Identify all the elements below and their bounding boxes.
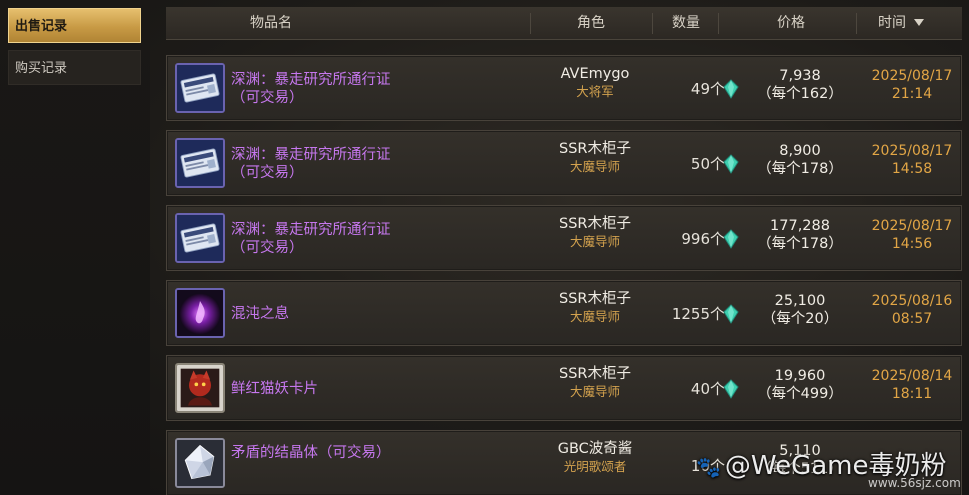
time-cell: 2025/08/17 21:14 bbox=[862, 67, 962, 103]
price-cell: 8,900 （每个178） bbox=[745, 142, 855, 178]
price-each: （每个499） bbox=[757, 386, 843, 402]
role-name: SSR木柜子 bbox=[559, 141, 631, 157]
site-watermark: www.56sjz.com bbox=[868, 476, 961, 490]
table-row[interactable]: 深渊：暴走研究所通行证（可交易） SSR木柜子 大魔导师 996个 177,28… bbox=[166, 205, 962, 271]
quantity: 40个 bbox=[690, 380, 725, 398]
role-cell: GBC波奇酱 光明歌颂者 bbox=[530, 440, 660, 476]
date: 2025/08/17 bbox=[871, 218, 953, 234]
gem-currency-icon bbox=[723, 79, 739, 99]
role-title: 大魔导师 bbox=[569, 384, 620, 399]
price-each: （每个20） bbox=[761, 311, 839, 327]
role-name: GBC波奇酱 bbox=[557, 441, 633, 457]
time: 18:11 bbox=[891, 386, 933, 402]
tab-buy-records[interactable]: 购买记录 bbox=[8, 50, 141, 85]
price-each: （每个178） bbox=[757, 236, 843, 252]
role-title: 大魔导师 bbox=[569, 309, 620, 324]
role-cell: SSR木柜子 大魔导师 bbox=[530, 365, 660, 401]
time: 21:14 bbox=[891, 86, 933, 102]
paw-icon: 🐾 bbox=[696, 455, 721, 479]
date: 2025/08/17 bbox=[871, 68, 953, 84]
role-cell: SSR木柜子 大魔导师 bbox=[530, 215, 660, 251]
price-each: （每个162） bbox=[757, 86, 843, 102]
purple-flame-icon bbox=[175, 288, 225, 338]
role-name: AVEmygo bbox=[560, 66, 630, 82]
price-cell: 177,288 （每个178） bbox=[745, 217, 855, 253]
role-name: SSR木柜子 bbox=[559, 366, 631, 382]
table-row[interactable]: 鲜红猫妖卡片 SSR木柜子 大魔导师 40个 19,960 （每个499） 20… bbox=[166, 355, 962, 421]
column-header-time-label: 时间 bbox=[878, 15, 906, 31]
column-divider bbox=[856, 13, 857, 34]
role-cell: SSR木柜子 大魔导师 bbox=[530, 290, 660, 326]
time-cell: 2025/08/17 14:58 bbox=[862, 142, 962, 178]
price-cell: 25,100 （每个20） bbox=[745, 292, 855, 328]
date: 2025/08/16 bbox=[871, 293, 953, 309]
ticket-icon bbox=[175, 213, 225, 263]
table-row[interactable]: 混沌之息 SSR木柜子 大魔导师 1255个 25,100 （每个20） 202… bbox=[166, 280, 962, 346]
gem-currency-icon bbox=[723, 304, 739, 324]
item-name: 矛盾的结晶体（可交易） bbox=[231, 445, 391, 461]
gem-currency-icon bbox=[723, 154, 739, 174]
role-title: 大将军 bbox=[576, 84, 614, 99]
item-name: 混沌之息 bbox=[231, 306, 289, 322]
column-header-time[interactable]: 时间 bbox=[878, 7, 948, 40]
table-row[interactable]: 深渊：暴走研究所通行证（可交易） SSR木柜子 大魔导师 50个 8,900 （… bbox=[166, 130, 962, 196]
price-total: 7,938 bbox=[779, 68, 821, 84]
date: 2025/08/14 bbox=[871, 368, 953, 384]
item-name: 鲜红猫妖卡片 bbox=[231, 381, 318, 397]
price-cell: 19,960 （每个499） bbox=[745, 367, 855, 403]
price-total: 177,288 bbox=[770, 218, 830, 234]
gem-currency-icon bbox=[723, 379, 739, 399]
ticket-icon bbox=[175, 63, 225, 113]
time-cell: 2025/08/16 08:57 bbox=[862, 292, 962, 328]
table-row[interactable]: 深渊：暴走研究所通行证（可交易） AVEmygo 大将军 49个 7,938 （… bbox=[166, 55, 962, 121]
ticket-icon bbox=[175, 138, 225, 188]
role-title: 大魔导师 bbox=[569, 159, 620, 174]
crystal-icon bbox=[175, 438, 225, 488]
price-each: （每个178） bbox=[757, 161, 843, 177]
time-cell: 2025/08/17 14:56 bbox=[862, 217, 962, 253]
gem-currency-icon bbox=[723, 229, 739, 249]
time: 14:58 bbox=[891, 161, 933, 177]
table-header: 物品名 角色 数量 价格 时间 bbox=[166, 7, 962, 40]
price-total: 8,900 bbox=[779, 143, 821, 159]
item-name: 深渊：暴走研究所通行证（可交易） bbox=[231, 222, 391, 256]
quantity: 50个 bbox=[690, 155, 725, 173]
tab-sell-records[interactable]: 出售记录 bbox=[8, 8, 141, 43]
time: 14:56 bbox=[891, 236, 933, 252]
price-total: 19,960 bbox=[774, 368, 826, 384]
time: 08:57 bbox=[891, 311, 933, 327]
role-title: 光明歌颂者 bbox=[563, 459, 627, 474]
sidebar: 出售记录 购买记录 bbox=[0, 0, 150, 495]
item-name: 深渊：暴走研究所通行证（可交易） bbox=[231, 147, 391, 181]
time-cell: 2025/08/14 18:11 bbox=[862, 367, 962, 403]
price-total: 25,100 bbox=[774, 293, 826, 309]
quantity: 49个 bbox=[690, 80, 725, 98]
column-header-role: 角色 bbox=[577, 15, 605, 31]
price-cell: 7,938 （每个162） bbox=[745, 67, 855, 103]
column-header-quantity: 数量 bbox=[672, 15, 700, 31]
quantity: 996个 bbox=[681, 230, 725, 248]
column-header-item-name: 物品名 bbox=[250, 15, 292, 31]
role-name: SSR木柜子 bbox=[559, 291, 631, 307]
role-name: SSR木柜子 bbox=[559, 216, 631, 232]
date: 2025/08/17 bbox=[871, 143, 953, 159]
quantity: 1255个 bbox=[671, 305, 725, 323]
item-name: 深渊：暴走研究所通行证（可交易） bbox=[231, 72, 391, 106]
column-divider bbox=[652, 13, 653, 34]
role-cell: SSR木柜子 大魔导师 bbox=[530, 140, 660, 176]
column-divider bbox=[530, 13, 531, 34]
role-cell: AVEmygo 大将军 bbox=[530, 65, 660, 101]
cat-card-icon bbox=[175, 363, 225, 413]
sort-down-icon[interactable] bbox=[914, 18, 924, 26]
column-header-price: 价格 bbox=[777, 15, 805, 31]
column-divider bbox=[718, 13, 719, 34]
role-title: 大魔导师 bbox=[569, 234, 620, 249]
